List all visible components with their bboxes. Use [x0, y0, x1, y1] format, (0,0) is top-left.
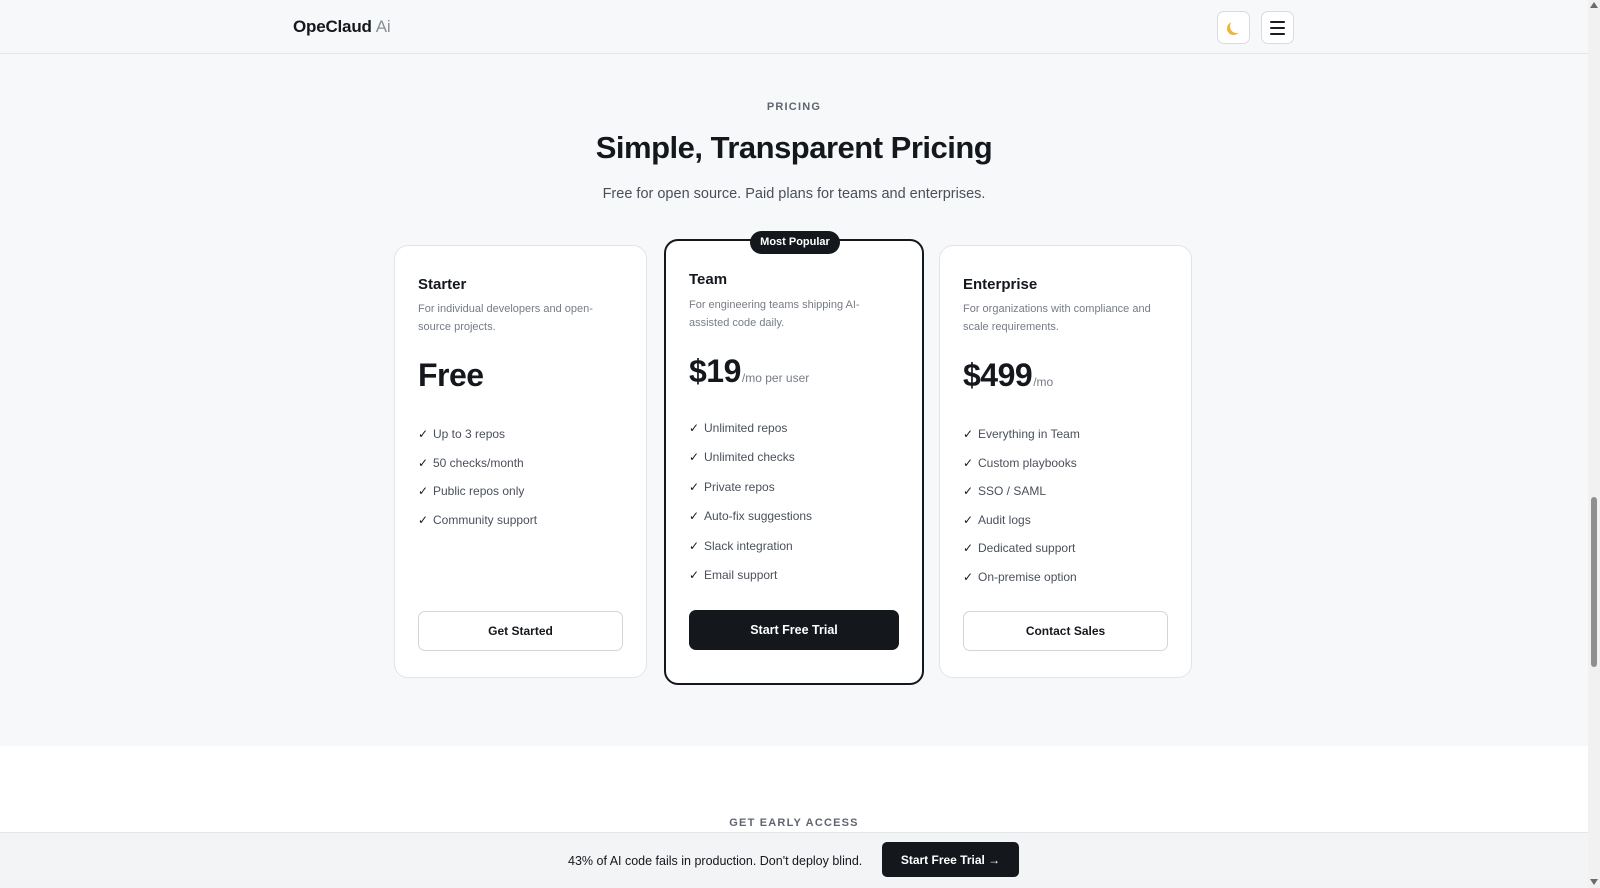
feature-item: ✓ Unlimited checks: [689, 450, 795, 465]
plan-price: $499/mo: [963, 357, 1053, 394]
moon-icon: [1230, 20, 1243, 33]
scroll-down-arrow-icon[interactable]: [1590, 879, 1598, 885]
feature-item: ✓ Up to 3 repos: [418, 427, 506, 441]
brand-logo[interactable]: OpeClaud Ai: [293, 17, 391, 37]
check-icon: ✓: [689, 538, 700, 553]
brand-name[interactable]: OpeClaud: [293, 17, 372, 36]
pricing-subtitle: Free for open source. Paid plans for tea…: [602, 186, 986, 202]
brand-suffix[interactable]: Ai: [376, 17, 391, 36]
feature-item: ✓ Private repos: [689, 479, 775, 494]
plan-description: For organizations with compliance and sc…: [963, 303, 1151, 333]
hamburger-menu-icon: [1270, 20, 1285, 35]
price-amount: Free: [418, 357, 484, 393]
page-scrollbar[interactable]: [1588, 0, 1600, 888]
feature-list: ✓ Unlimited repos ✓ Unlimited checks ✓ Priv…: [689, 420, 812, 596]
plan-card-enterprise: Enterprise For organizations with compli…: [939, 245, 1192, 678]
price-period: /mo: [1033, 375, 1054, 389]
plan-name: Team: [689, 271, 728, 288]
plan-name: Enterprise: [963, 276, 1038, 293]
plan-description: For individual developers and open-sourc…: [418, 303, 593, 333]
check-icon: ✓: [418, 455, 429, 470]
price-period: /mo per user: [741, 371, 810, 385]
sticky-cta-bar: 43% of AI code fails in production. Don'…: [0, 832, 1588, 888]
check-icon: ✓: [689, 450, 700, 465]
contact-sales-button[interactable]: Contact Sales: [963, 611, 1168, 651]
plan-card-starter: Starter For individual developers and op…: [394, 245, 647, 678]
scrollbar-thumb[interactable]: [1591, 497, 1597, 667]
feature-list: ✓ Everything in Team ✓ Custom playbooks ✓ S…: [963, 426, 1080, 598]
check-icon: ✓: [963, 512, 974, 527]
check-icon: ✓: [963, 427, 974, 441]
check-icon: ✓: [963, 569, 974, 584]
check-icon: ✓: [418, 427, 429, 441]
plan-name: Starter: [418, 276, 467, 293]
plan-price: Free: [418, 357, 484, 394]
feature-list: ✓ Up to 3 repos ✓ 50 checks/month ✓ Public …: [418, 426, 537, 540]
feature-item: ✓ Community support: [418, 512, 538, 527]
pricing-eyebrow: PRICING: [766, 101, 822, 113]
feature-item: ✓ Unlimited repos: [689, 421, 788, 435]
check-icon: ✓: [963, 541, 974, 556]
start-free-trial-button[interactable]: Start Free Trial: [689, 610, 899, 650]
check-icon: ✓: [418, 484, 429, 499]
feature-item: ✓ SSO / SAML: [963, 484, 1047, 499]
check-icon: ✓: [689, 567, 700, 582]
check-icon: ✓: [963, 484, 974, 499]
feature-item: ✓ 50 checks/month: [418, 455, 524, 470]
plan-card-team: Most Popular Team For engineering teams …: [664, 231, 924, 685]
most-popular-badge: Most Popular: [750, 231, 840, 254]
feature-item: ✓ Email support: [689, 567, 778, 582]
sticky-bar-message: 43% of AI code fails in production. Don'…: [568, 854, 863, 868]
sticky-start-free-trial-button[interactable]: Start Free Trial →: [882, 842, 1019, 877]
early-access-eyebrow: GET EARLY ACCESS: [729, 817, 859, 829]
feature-item: ✓ On-premise option: [963, 569, 1077, 584]
plan-price: $19/mo per user: [689, 353, 809, 390]
check-icon: ✓: [689, 479, 700, 494]
top-nav: OpeClaud Ai: [0, 0, 1588, 54]
get-started-button[interactable]: Get Started: [418, 611, 623, 651]
theme-toggle-button[interactable]: [1217, 11, 1250, 44]
menu-button[interactable]: [1261, 11, 1294, 44]
feature-item: ✓ Custom playbooks: [963, 455, 1077, 470]
feature-item: ✓ Audit logs: [963, 512, 1031, 527]
scroll-up-arrow-icon[interactable]: [1590, 2, 1598, 8]
feature-item: ✓ Slack integration: [689, 538, 793, 553]
check-icon: ✓: [418, 512, 429, 527]
feature-item: ✓ Everything in Team: [963, 427, 1080, 441]
feature-item: ✓ Public repos only: [418, 484, 525, 499]
pricing-title: Simple, Transparent Pricing: [595, 130, 993, 165]
feature-item: ✓ Dedicated support: [963, 541, 1076, 556]
price-amount: $499: [963, 357, 1033, 393]
check-icon: ✓: [689, 421, 700, 435]
plan-description: For engineering teams shipping AI-assist…: [689, 299, 860, 329]
check-icon: ✓: [963, 455, 974, 470]
feature-item: ✓ Auto-fix suggestions: [689, 509, 813, 524]
check-icon: ✓: [689, 509, 700, 524]
price-amount: $19: [689, 353, 741, 389]
